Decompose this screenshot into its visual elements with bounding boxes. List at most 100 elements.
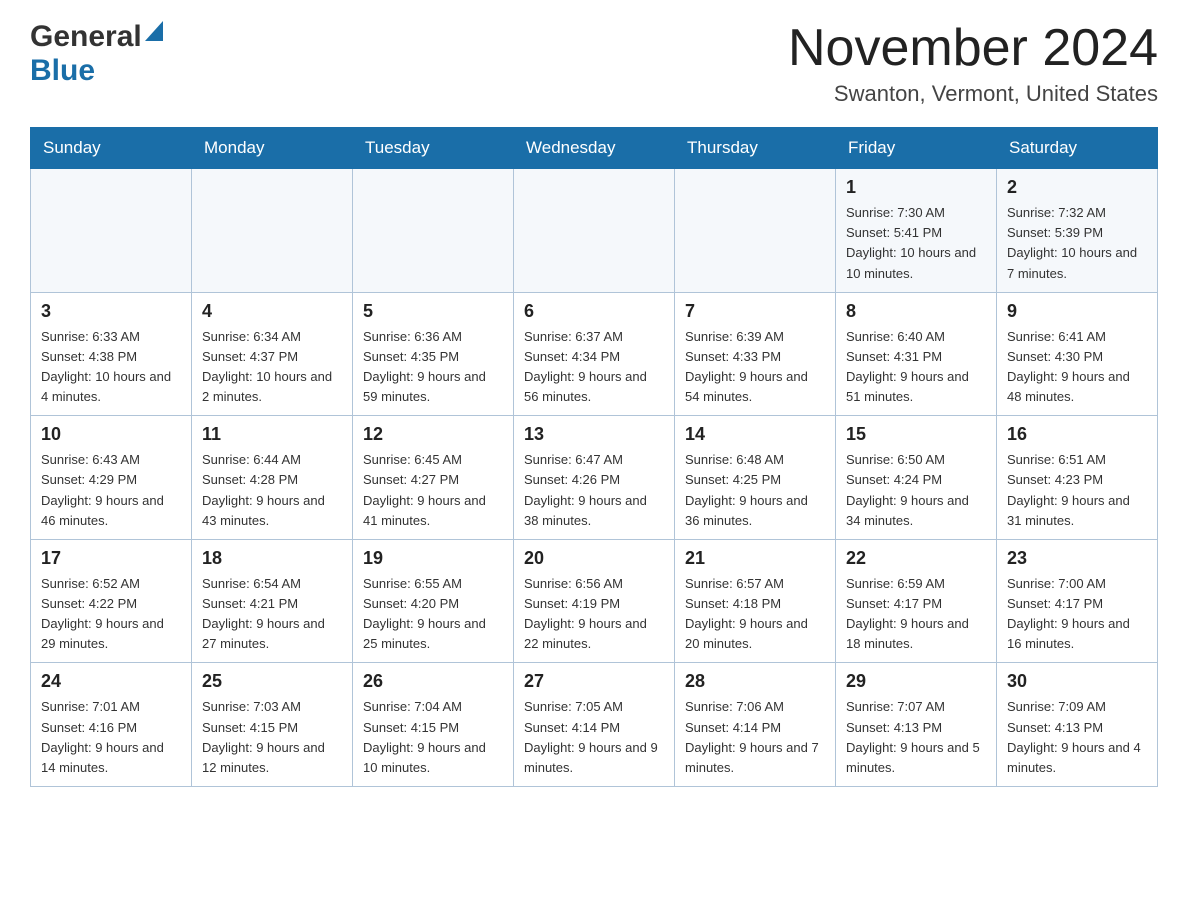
weekday-header-monday: Monday [192,128,353,169]
calendar-cell: 17Sunrise: 6:52 AMSunset: 4:22 PMDayligh… [31,539,192,663]
day-number: 28 [685,671,825,692]
calendar-cell [31,169,192,293]
weekday-header-friday: Friday [836,128,997,169]
day-info: Sunrise: 6:34 AMSunset: 4:37 PMDaylight:… [202,327,342,408]
calendar-cell: 26Sunrise: 7:04 AMSunset: 4:15 PMDayligh… [353,663,514,787]
day-info: Sunrise: 6:39 AMSunset: 4:33 PMDaylight:… [685,327,825,408]
calendar-cell: 22 Sunrise: 6:59 AMSunset: 4:17 PMDayligh… [836,539,997,663]
day-info: Sunrise: 6:37 AMSunset: 4:34 PMDaylight:… [524,327,664,408]
calendar-cell: 14 Sunrise: 6:48 AMSunset: 4:25 PMDayligh… [675,416,836,540]
day-info: Sunrise: 7:01 AMSunset: 4:16 PMDaylight:… [41,697,181,778]
day-info: Sunrise: 7:00 AMSunset: 4:17 PMDaylight:… [1007,574,1147,655]
day-number: 7 [685,301,825,322]
day-info: Sunrise: 7:03 AMSunset: 4:15 PMDaylight:… [202,697,342,778]
logo-triangle-icon [145,21,163,41]
day-info: Sunrise: 7:09 AMSunset: 4:13 PMDaylight:… [1007,697,1147,778]
calendar-cell: 7 Sunrise: 6:39 AMSunset: 4:33 PMDaylight… [675,292,836,416]
calendar-cell: 16 Sunrise: 6:51 AMSunset: 4:23 PMDayligh… [997,416,1158,540]
day-info: Sunrise: 6:50 AMSunset: 4:24 PMDaylight:… [846,450,986,531]
day-info: Sunrise: 6:40 AMSunset: 4:31 PMDaylight:… [846,327,986,408]
weekday-header-row: SundayMondayTuesdayWednesdayThursdayFrid… [31,128,1158,169]
calendar-cell: 21Sunrise: 6:57 AMSunset: 4:18 PMDayligh… [675,539,836,663]
day-number: 1 [846,177,986,198]
calendar-cell: 4Sunrise: 6:34 AMSunset: 4:37 PMDaylight… [192,292,353,416]
weekday-header-thursday: Thursday [675,128,836,169]
calendar-cell: 5Sunrise: 6:36 AMSunset: 4:35 PMDaylight… [353,292,514,416]
calendar-cell: 18 Sunrise: 6:54 AMSunset: 4:21 PMDayligh… [192,539,353,663]
calendar-week-row: 3Sunrise: 6:33 AMSunset: 4:38 PMDaylight… [31,292,1158,416]
calendar-cell: 25 Sunrise: 7:03 AMSunset: 4:15 PMDayligh… [192,663,353,787]
day-number: 6 [524,301,664,322]
day-number: 22 [846,548,986,569]
day-number: 25 [202,671,342,692]
calendar-cell [353,169,514,293]
calendar-cell: 3Sunrise: 6:33 AMSunset: 4:38 PMDaylight… [31,292,192,416]
calendar-cell: 1 Sunrise: 7:30 AMSunset: 5:41 PMDaylight… [836,169,997,293]
calendar-cell: 23Sunrise: 7:00 AMSunset: 4:17 PMDayligh… [997,539,1158,663]
day-info: Sunrise: 6:45 AMSunset: 4:27 PMDaylight:… [363,450,503,531]
day-info: Sunrise: 6:54 AMSunset: 4:21 PMDaylight:… [202,574,342,655]
day-info: Sunrise: 7:06 AMSunset: 4:14 PMDaylight:… [685,697,825,778]
day-info: Sunrise: 6:55 AMSunset: 4:20 PMDaylight:… [363,574,503,655]
calendar-week-row: 24 Sunrise: 7:01 AMSunset: 4:16 PMDayligh… [31,663,1158,787]
weekday-header-sunday: Sunday [31,128,192,169]
logo-blue-text: Blue [30,54,95,87]
calendar-cell: 30 Sunrise: 7:09 AMSunset: 4:13 PMDayligh… [997,663,1158,787]
calendar-week-row: 10 Sunrise: 6:43 AMSunset: 4:29 PMDayligh… [31,416,1158,540]
calendar-cell: 19Sunrise: 6:55 AMSunset: 4:20 PMDayligh… [353,539,514,663]
calendar-cell: 28 Sunrise: 7:06 AMSunset: 4:14 PMDayligh… [675,663,836,787]
day-info: Sunrise: 6:59 AMSunset: 4:17 PMDaylight:… [846,574,986,655]
day-info: Sunrise: 6:48 AMSunset: 4:25 PMDaylight:… [685,450,825,531]
day-info: Sunrise: 6:51 AMSunset: 4:23 PMDaylight:… [1007,450,1147,531]
calendar-cell: 12 Sunrise: 6:45 AMSunset: 4:27 PMDayligh… [353,416,514,540]
location-subtitle: Swanton, Vermont, United States [788,81,1158,107]
day-info: Sunrise: 6:52 AMSunset: 4:22 PMDaylight:… [41,574,181,655]
calendar-cell: 27 Sunrise: 7:05 AMSunset: 4:14 PMDayligh… [514,663,675,787]
day-number: 27 [524,671,664,692]
day-number: 29 [846,671,986,692]
calendar-cell: 29Sunrise: 7:07 AMSunset: 4:13 PMDayligh… [836,663,997,787]
weekday-header-wednesday: Wednesday [514,128,675,169]
calendar-table: SundayMondayTuesdayWednesdayThursdayFrid… [30,127,1158,787]
day-info: Sunrise: 7:30 AMSunset: 5:41 PMDaylight:… [846,203,986,284]
day-info: Sunrise: 6:56 AMSunset: 4:19 PMDaylight:… [524,574,664,655]
day-number: 9 [1007,301,1147,322]
day-number: 12 [363,424,503,445]
day-number: 14 [685,424,825,445]
day-number: 18 [202,548,342,569]
day-info: Sunrise: 6:44 AMSunset: 4:28 PMDaylight:… [202,450,342,531]
day-info: Sunrise: 6:57 AMSunset: 4:18 PMDaylight:… [685,574,825,655]
day-number: 10 [41,424,181,445]
day-number: 24 [41,671,181,692]
calendar-cell [675,169,836,293]
page-header: General Blue November 2024 Swanton, Verm… [30,20,1158,107]
day-number: 8 [846,301,986,322]
day-number: 5 [363,301,503,322]
calendar-cell: 9 Sunrise: 6:41 AMSunset: 4:30 PMDaylight… [997,292,1158,416]
calendar-cell: 6 Sunrise: 6:37 AMSunset: 4:34 PMDaylight… [514,292,675,416]
day-number: 13 [524,424,664,445]
calendar-cell: 24 Sunrise: 7:01 AMSunset: 4:16 PMDayligh… [31,663,192,787]
day-number: 30 [1007,671,1147,692]
day-info: Sunrise: 7:32 AMSunset: 5:39 PMDaylight:… [1007,203,1147,284]
day-number: 20 [524,548,664,569]
calendar-cell [192,169,353,293]
day-info: Sunrise: 7:05 AMSunset: 4:14 PMDaylight:… [524,697,664,778]
day-info: Sunrise: 6:43 AMSunset: 4:29 PMDaylight:… [41,450,181,531]
calendar-cell: 2 Sunrise: 7:32 AMSunset: 5:39 PMDaylight… [997,169,1158,293]
day-info: Sunrise: 6:41 AMSunset: 4:30 PMDaylight:… [1007,327,1147,408]
calendar-week-row: 1 Sunrise: 7:30 AMSunset: 5:41 PMDaylight… [31,169,1158,293]
day-info: Sunrise: 7:04 AMSunset: 4:15 PMDaylight:… [363,697,503,778]
day-number: 11 [202,424,342,445]
calendar-cell: 20 Sunrise: 6:56 AMSunset: 4:19 PMDayligh… [514,539,675,663]
calendar-cell: 11 Sunrise: 6:44 AMSunset: 4:28 PMDayligh… [192,416,353,540]
title-section: November 2024 Swanton, Vermont, United S… [788,20,1158,107]
day-number: 15 [846,424,986,445]
calendar-cell: 10 Sunrise: 6:43 AMSunset: 4:29 PMDayligh… [31,416,192,540]
logo-general-text: General [30,20,142,54]
logo: General Blue [30,20,163,88]
day-number: 2 [1007,177,1147,198]
day-number: 16 [1007,424,1147,445]
weekday-header-saturday: Saturday [997,128,1158,169]
calendar-cell [514,169,675,293]
